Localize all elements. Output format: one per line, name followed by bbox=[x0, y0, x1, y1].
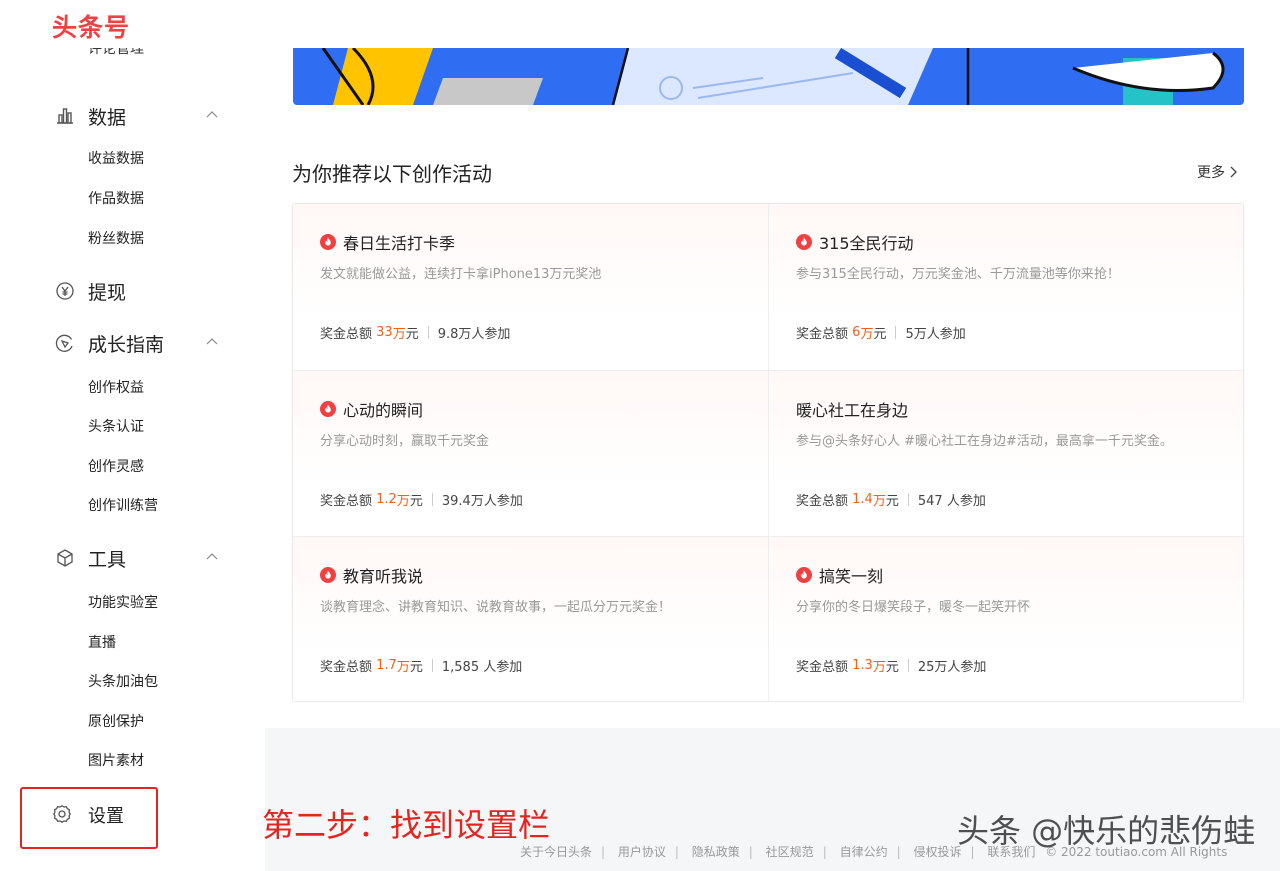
chevron-right-icon bbox=[1230, 166, 1237, 178]
sidebar-group-tools[interactable]: 工具 bbox=[54, 543, 234, 573]
activity-meta: 奖金总额 1.4 万元 547 人参加 bbox=[796, 492, 986, 509]
activity-desc: 发文就能做公益，连续打卡拿iPhone13万元奖池 bbox=[320, 267, 602, 282]
activity-card[interactable]: 搞笑一刻 分享你的冬日爆笑段子，暖冬一起笑开怀 奖金总额 1.3 万元 25万人参… bbox=[769, 537, 1243, 701]
footer: 关于今日头条 | 用户协议 | 隐私政策 | 社区规范 | 自律公约 | 侵权投诉 | 联系… bbox=[520, 845, 1228, 859]
sidebar-group-data[interactable]: 数据 bbox=[54, 101, 234, 131]
activity-title: 教育听我说 bbox=[343, 567, 424, 586]
activity-title: 315全民行动 bbox=[819, 234, 914, 253]
footer-copyright: © 2022 toutiao.com All Rights bbox=[1045, 845, 1228, 859]
activity-title: 搞笑一刻 bbox=[819, 567, 884, 586]
prize-amount: 6 bbox=[852, 325, 861, 340]
sidebar-group-label: 数据 bbox=[88, 106, 127, 129]
sidebar-item-settings[interactable]: 设置 bbox=[88, 802, 124, 828]
participant-count: 9.8万人参加 bbox=[437, 327, 511, 342]
activity-card[interactable]: 315全民行动 参与315全民行动，万元奖金池、千万流量池等你来抢！ 奖金总额 … bbox=[769, 204, 1243, 370]
activity-title: 春日生活打卡季 bbox=[343, 234, 456, 253]
top-bar: 头条号 bbox=[0, 0, 1280, 48]
sidebar-item-verification[interactable]: 头条认证 bbox=[88, 416, 144, 436]
sidebar-item-content-data[interactable]: 作品数据 bbox=[88, 188, 144, 208]
activity-meta: 奖金总额 6万元 5万人参加 bbox=[796, 325, 966, 342]
activity-desc: 参与315全民行动，万元奖金池、千万流量池等你来抢！ bbox=[796, 267, 1120, 282]
prize-amount: 1.4 bbox=[852, 492, 873, 507]
prize-amount: 33 bbox=[376, 325, 393, 340]
activity-card[interactable]: 教育听我说 谈教育理念、讲教育知识、说教育故事，一起瓜分万元奖金！ 奖金总额 1… bbox=[293, 537, 768, 701]
chevron-up-icon[interactable] bbox=[204, 549, 220, 565]
activity-grid: 春日生活打卡季 发文就能做公益，连续打卡拿iPhone13万元奖池 奖金总额 3… bbox=[292, 203, 1244, 702]
sidebar-item-inspiration[interactable]: 创作灵感 bbox=[88, 456, 144, 476]
prize-amount: 1.3 bbox=[852, 658, 873, 673]
tutorial-annotation: 第二步：找到设置栏 bbox=[262, 806, 551, 844]
footer-link-about[interactable]: 关于今日头条 bbox=[520, 845, 592, 859]
gear-icon[interactable] bbox=[52, 804, 72, 824]
activity-meta: 奖金总额 1.3 万元 25万人参加 bbox=[796, 658, 987, 675]
prize-amount: 1.2 bbox=[376, 492, 397, 507]
sidebar-item-original-protection[interactable]: 原创保护 bbox=[88, 711, 144, 731]
sidebar-group-label: 提现 bbox=[88, 281, 127, 304]
activity-desc: 谈教育理念、讲教育知识、说教育故事，一起瓜分万元奖金！ bbox=[320, 600, 672, 615]
compass-icon bbox=[54, 332, 76, 354]
activity-desc: 分享心动时刻，赢取千元奖金 bbox=[320, 434, 490, 449]
fire-icon bbox=[320, 401, 336, 417]
activity-title: 心动的瞬间 bbox=[343, 401, 424, 420]
activity-card[interactable]: 心动的瞬间 分享心动时刻，赢取千元奖金 奖金总额 1.2 万元 39.4万人参加 bbox=[293, 371, 768, 536]
chevron-up-icon[interactable] bbox=[204, 107, 220, 123]
activity-banner[interactable] bbox=[293, 48, 1244, 105]
activity-card[interactable]: 暖心社工在身边 参与@头条好心人 #暖心社工在身边#活动，最高拿一千元奖金。 奖… bbox=[769, 371, 1243, 536]
sidebar-item-feature-lab[interactable]: 功能实验室 bbox=[88, 592, 158, 612]
footer-link-user-agreement[interactable]: 用户协议 bbox=[618, 845, 666, 859]
participant-count: 25万人参加 bbox=[917, 660, 987, 675]
fire-icon bbox=[796, 234, 812, 250]
fire-icon bbox=[320, 234, 336, 250]
sidebar-item-live[interactable]: 直播 bbox=[88, 632, 116, 652]
participant-count: 5万人参加 bbox=[905, 327, 966, 342]
chevron-up-icon[interactable] bbox=[204, 334, 220, 350]
more-link[interactable]: 更多 bbox=[1197, 162, 1238, 182]
bar-chart-icon bbox=[54, 105, 76, 127]
activity-meta: 奖金总额 33 万元 9.8万人参加 bbox=[320, 325, 511, 342]
participant-count: 547 人参加 bbox=[917, 494, 986, 509]
sidebar-group-withdraw[interactable]: 提现 bbox=[54, 276, 234, 306]
fire-icon bbox=[796, 567, 812, 583]
footer-link-privacy[interactable]: 隐私政策 bbox=[692, 845, 740, 859]
footer-link-community[interactable]: 社区规范 bbox=[766, 845, 814, 859]
activity-meta: 奖金总额 1.7 万元 1,585 人参加 bbox=[320, 658, 523, 675]
footer-link-self-discipline[interactable]: 自律公约 bbox=[840, 845, 888, 859]
activity-desc: 参与@头条好心人 #暖心社工在身边#活动，最高拿一千元奖金。 bbox=[796, 434, 1173, 449]
yen-circle-icon bbox=[54, 280, 76, 302]
sidebar-item-revenue-data[interactable]: 收益数据 bbox=[88, 148, 144, 168]
participant-count: 1,585 人参加 bbox=[441, 660, 523, 675]
sidebar-item-image-assets[interactable]: 图片素材 bbox=[88, 750, 144, 770]
activity-title: 暖心社工在身边 bbox=[796, 401, 909, 420]
fire-icon bbox=[320, 567, 336, 583]
section-title: 为你推荐以下创作活动 bbox=[292, 162, 492, 186]
prize-amount: 1.7 bbox=[376, 658, 397, 673]
footer-link-contact[interactable]: 联系我们 bbox=[987, 845, 1035, 859]
sidebar-item-comments[interactable]: 评论管理 bbox=[88, 48, 188, 70]
sidebar-item-training-camp[interactable]: 创作训练营 bbox=[88, 495, 158, 515]
sidebar-group-label: 工具 bbox=[88, 548, 127, 571]
logo[interactable]: 头条号 bbox=[52, 8, 130, 44]
participant-count: 39.4万人参加 bbox=[441, 494, 523, 509]
sidebar-group-growth[interactable]: 成长指南 bbox=[54, 328, 234, 358]
activity-desc: 分享你的冬日爆笑段子，暖冬一起笑开怀 bbox=[796, 600, 1031, 615]
activity-card[interactable]: 春日生活打卡季 发文就能做公益，连续打卡拿iPhone13万元奖池 奖金总额 3… bbox=[293, 204, 768, 370]
cube-icon bbox=[54, 547, 76, 569]
footer-link-infringement[interactable]: 侵权投诉 bbox=[913, 845, 961, 859]
sidebar-item-fans-data[interactable]: 粉丝数据 bbox=[88, 228, 144, 248]
activity-meta: 奖金总额 1.2 万元 39.4万人参加 bbox=[320, 492, 523, 509]
sidebar-item-boost-pack[interactable]: 头条加油包 bbox=[88, 671, 158, 691]
sidebar-item-creator-rights[interactable]: 创作权益 bbox=[88, 377, 144, 397]
sidebar-group-label: 成长指南 bbox=[88, 333, 165, 356]
